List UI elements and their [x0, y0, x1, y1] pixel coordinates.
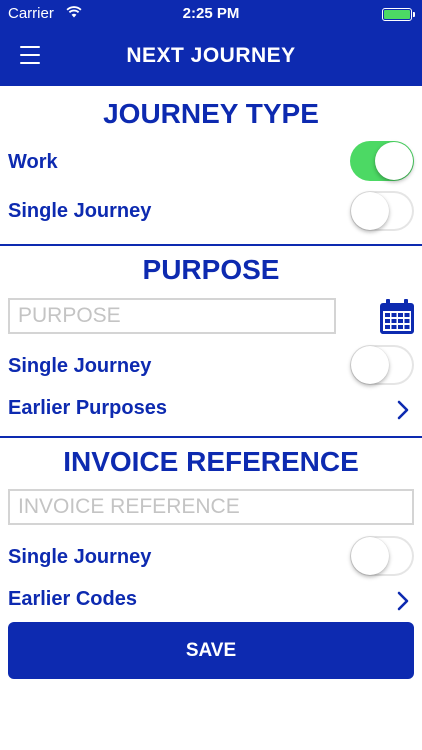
- single-journey-toggle[interactable]: [350, 191, 414, 231]
- status-time: 2:25 PM: [182, 5, 240, 22]
- earlier-purposes-label: Earlier Purposes: [8, 397, 167, 419]
- work-label: Work: [8, 151, 58, 173]
- chevron-right-icon: [397, 400, 409, 420]
- status-bar: Carrier 2:25 PM: [0, 0, 422, 28]
- calendar-icon[interactable]: [378, 298, 416, 336]
- purpose-input[interactable]: [8, 298, 336, 334]
- earlier-codes-label: Earlier Codes: [8, 588, 137, 610]
- purpose-heading: PURPOSE: [142, 254, 280, 285]
- nav-bar: NEXT JOURNEY: [0, 28, 422, 86]
- invoice-single-journey-label: Single Journey: [8, 546, 152, 568]
- single-journey-label: Single Journey: [8, 200, 152, 222]
- work-toggle[interactable]: [350, 141, 414, 181]
- section-divider: [0, 244, 422, 246]
- earlier-purposes-row[interactable]: Earlier Purposes: [0, 390, 422, 428]
- page-title: NEXT JOURNEY: [126, 44, 296, 67]
- battery-icon: [382, 8, 415, 21]
- purpose-single-journey-toggle[interactable]: [350, 345, 414, 385]
- invoice-reference-input[interactable]: [8, 489, 414, 525]
- section-divider: [0, 436, 422, 438]
- save-button[interactable]: SAVE: [8, 622, 414, 679]
- earlier-codes-row[interactable]: Earlier Codes: [0, 581, 422, 619]
- purpose-single-journey-label: Single Journey: [8, 355, 152, 377]
- journey-type-heading: JOURNEY TYPE: [103, 98, 319, 129]
- invoice-reference-heading: INVOICE REFERENCE: [63, 446, 359, 477]
- chevron-right-icon: [397, 591, 409, 611]
- invoice-single-journey-toggle[interactable]: [350, 536, 414, 576]
